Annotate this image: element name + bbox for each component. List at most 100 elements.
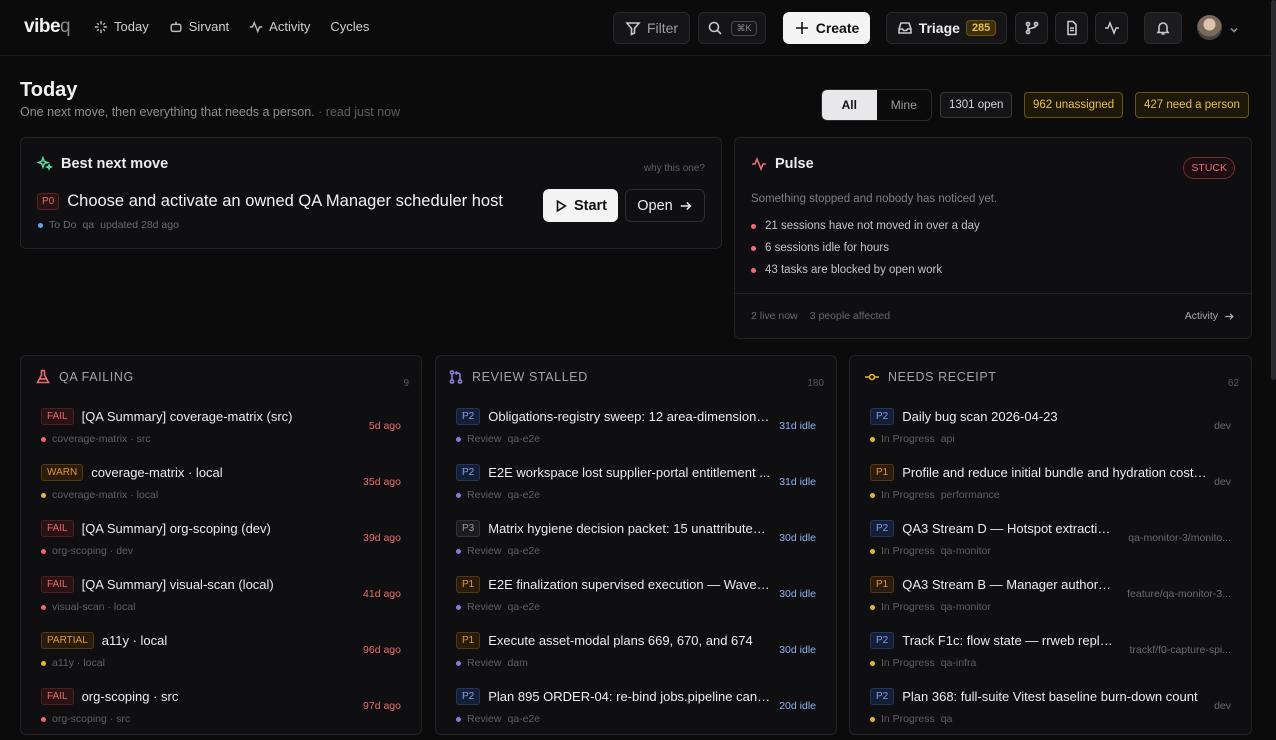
status-dot [870, 716, 875, 722]
why-this-one-link[interactable]: why this one? [644, 163, 705, 174]
list-item[interactable]: P2 Plan 368: full-suite Vitest baseline b… [850, 684, 1251, 740]
needs-receipt-header: NEEDS RECEIPT [864, 369, 997, 385]
item-branch: trackf/f0-capture-spi... [1129, 644, 1231, 656]
item-project: performance [940, 489, 1000, 501]
item-project: qa [940, 713, 953, 725]
open-count-chip[interactable]: 1301 open [940, 92, 1013, 118]
nav-cycles-label: Cycles [330, 19, 370, 34]
filter-label: Filter [646, 20, 679, 36]
list-item[interactable]: P2 E2E workspace lost supplier-portal ent… [436, 460, 836, 516]
list-item[interactable]: FAIL [QA Summary] org-scoping (dev) org-s… [21, 516, 421, 572]
pulse-item[interactable]: 43 tasks are blocked by open work [751, 264, 980, 276]
page-scrollbar[interactable] [1271, 0, 1276, 380]
scope-mine-button[interactable]: Mine [877, 90, 932, 120]
item-project: qa-e2e [507, 489, 541, 501]
alert-dot [751, 245, 756, 251]
nav-today[interactable]: Today [94, 19, 149, 34]
app-logo[interactable]: vibeq [24, 16, 71, 38]
scope-all-button[interactable]: All [822, 90, 877, 120]
list-item[interactable]: P1 Execute asset-modal plans 669, 670, an… [436, 628, 836, 684]
status-dot [456, 548, 461, 554]
nav-sirvant[interactable]: Sirvant [169, 19, 229, 34]
item-status: Review [467, 601, 502, 613]
list-item[interactable]: P3 Matrix hygiene decision packet: 15 una… [436, 516, 836, 572]
pulse-item[interactable]: 6 sessions idle for hours [751, 242, 980, 254]
list-item[interactable]: FAIL [QA Summary] visual-scan (local) vis… [21, 572, 421, 628]
status-dot [870, 548, 875, 554]
search-button[interactable]: ⌘K [698, 12, 766, 44]
item-status: Review [467, 657, 502, 669]
item-branch: dev [1214, 476, 1231, 488]
item-title: Daily bug scan 2026-04-23 [902, 409, 1058, 424]
list-item[interactable]: P1 Profile and reduce initial bundle and … [850, 460, 1251, 516]
need-person-count-chip[interactable]: 427 need a person [1135, 92, 1249, 118]
item-age: 5d ago [368, 420, 401, 432]
review-stalled-title: REVIEW STALLED [472, 370, 588, 384]
best-move-card: Best next move why this one? P0 Choose a… [20, 137, 722, 249]
item-status: Review [467, 545, 502, 557]
item-status: Review [467, 489, 502, 501]
bell-icon [1156, 22, 1170, 35]
pulse-footer: 2 live now 3 people affected Activity [735, 293, 1251, 338]
list-item[interactable]: P2 QA3 Stream D — Hotspot extractio... In… [850, 516, 1251, 572]
list-item[interactable]: P2 Obligations-registry sweep: 12 area-di… [436, 404, 836, 460]
open-button[interactable]: Open [625, 189, 705, 222]
affected-count: 3 people affected [809, 310, 891, 322]
item-branch: dev [1214, 700, 1231, 712]
list-item[interactable]: WARN coverage-matrix · local coverage-mat… [21, 460, 421, 516]
best-move-task[interactable]: P0 Choose and activate an owned QA Manag… [37, 192, 503, 211]
pulse-description: Something stopped and nobody has noticed… [751, 193, 998, 205]
nav-cycles[interactable]: Cycles [330, 19, 369, 34]
docs-button[interactable] [1055, 12, 1088, 44]
plus-icon [795, 22, 808, 34]
item-title: QA3 Stream B — Manager authorit... [902, 577, 1113, 592]
item-meta: coverage-matrix · src [52, 433, 151, 445]
priority-badge: P2 [456, 408, 481, 425]
activity-link-label: Activity [1184, 310, 1218, 322]
pulse-header: Pulse [751, 156, 814, 172]
pulse-button[interactable] [1095, 12, 1128, 44]
status-dot [41, 604, 46, 610]
review-stalled-count: 180 [807, 378, 824, 389]
list-item[interactable]: PARTIAL a11y · local a11y · local 96d ago [21, 628, 421, 684]
activity-icon [250, 20, 263, 33]
create-label: Create [815, 20, 860, 36]
filter-icon [625, 22, 641, 36]
filter-button[interactable]: Filter [613, 12, 690, 44]
subtitle-text: One next move, then everything that need… [20, 105, 315, 119]
flask-icon [36, 369, 50, 384]
account-menu-toggle[interactable] [1229, 22, 1239, 33]
list-item[interactable]: P2 Daily bug scan 2026-04-23 In Progress a… [850, 404, 1251, 460]
status-dot [456, 660, 461, 666]
notifications-button[interactable] [1144, 12, 1182, 44]
triage-button[interactable]: Triage 285 [886, 12, 1007, 44]
create-button[interactable]: Create [783, 12, 870, 44]
list-item[interactable]: FAIL org-scoping · src org-scoping · src … [21, 684, 421, 740]
item-project: qa-monitor [940, 545, 991, 557]
list-item[interactable]: P2 Plan 895 ORDER-04: re-bind jobs.pipeli… [436, 684, 836, 740]
list-item[interactable]: P1 E2E finalization supervised execution … [436, 572, 836, 628]
item-branch: qa-monitor-3/monito... [1128, 532, 1231, 544]
status-badge: WARN [41, 464, 84, 481]
needs-receipt-count: 62 [1227, 378, 1239, 389]
unassigned-count-chip[interactable]: 962 unassigned [1024, 92, 1124, 118]
item-age: 35d ago [363, 476, 401, 488]
list-item[interactable]: FAIL [QA Summary] coverage-matrix (src) c… [21, 404, 421, 460]
start-button[interactable]: Start [543, 189, 618, 222]
item-age: 97d ago [363, 700, 401, 712]
best-move-title: Best next move [61, 156, 169, 172]
list-item[interactable]: P2 Track F1c: flow state — rrweb repla...… [850, 628, 1251, 684]
item-title: [QA Summary] org-scoping (dev) [81, 521, 271, 536]
nav-sirvant-label: Sirvant [188, 19, 230, 34]
item-project: qa-e2e [507, 601, 541, 613]
priority-badge: P3 [456, 520, 481, 537]
avatar[interactable] [1197, 15, 1222, 40]
activity-link[interactable]: Activity [1185, 310, 1235, 322]
item-status: In Progress [881, 545, 935, 557]
list-item[interactable]: P1 QA3 Stream B — Manager authorit... In … [850, 572, 1251, 628]
branch-button[interactable] [1015, 12, 1048, 44]
status-dot [456, 604, 461, 610]
nav-activity[interactable]: Activity [249, 19, 310, 34]
item-title: Track F1c: flow state — rrweb repla... [902, 633, 1115, 648]
pulse-item[interactable]: 21 sessions have not moved in over a day [751, 220, 980, 232]
